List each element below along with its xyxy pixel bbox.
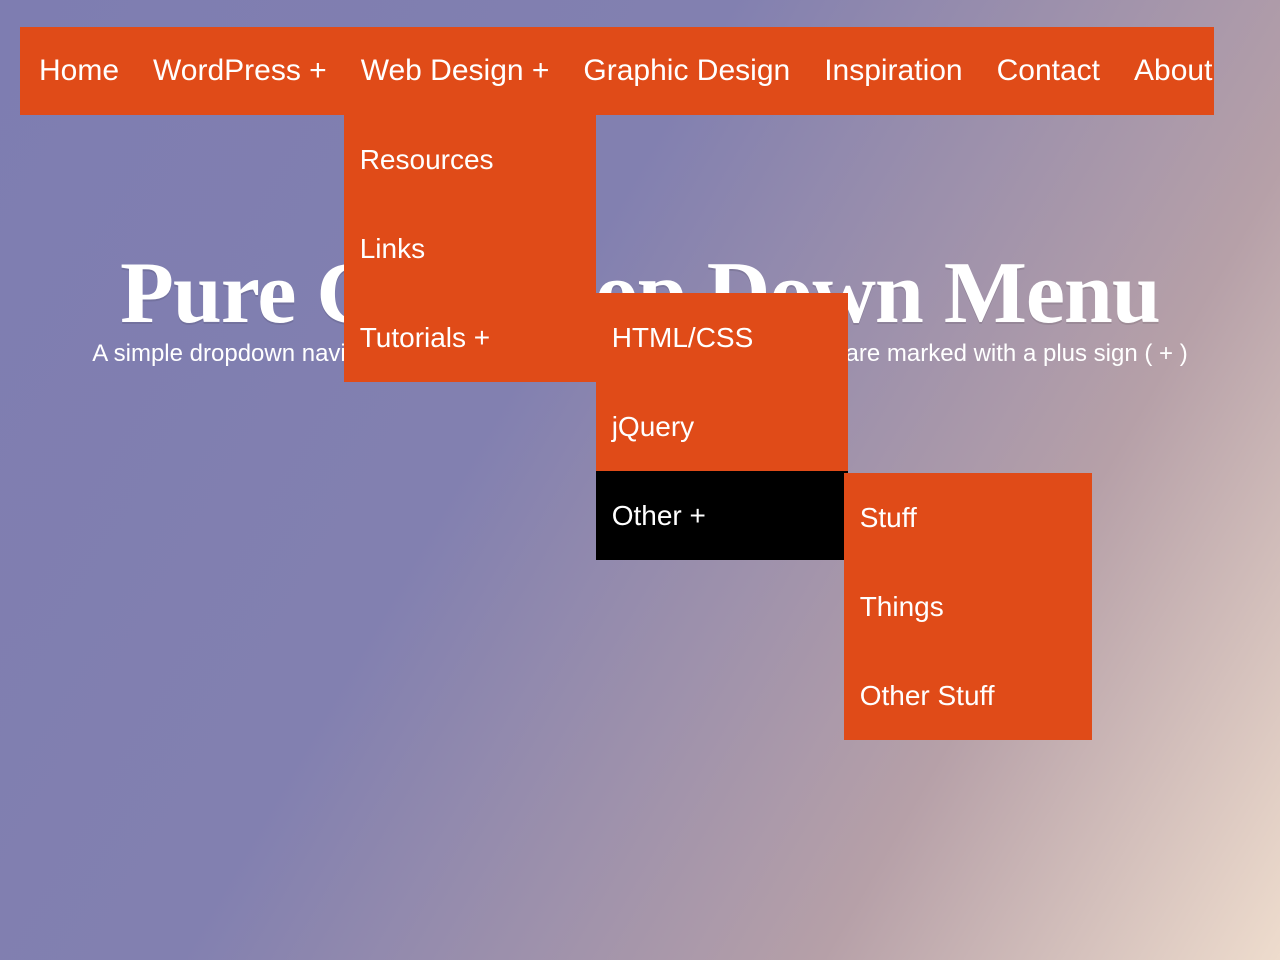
nav-item-stuff[interactable]: Stuff: [844, 473, 1092, 562]
nav-link-webdesign[interactable]: Web Design +: [344, 27, 567, 115]
nav-link-wordpress[interactable]: WordPress +: [136, 27, 344, 115]
nav-item-resources[interactable]: Resources: [344, 115, 596, 204]
nav-item-wordpress[interactable]: WordPress +: [136, 27, 344, 115]
nav-link-tutorials[interactable]: Tutorials +: [344, 293, 596, 382]
nav-item-other[interactable]: Other + Stuff Things Other Stuff: [596, 471, 848, 560]
nav-link-stuff[interactable]: Stuff: [844, 473, 1092, 562]
nav-item-inspiration[interactable]: Inspiration: [807, 27, 979, 115]
nav-link-home[interactable]: Home: [22, 27, 136, 115]
submenu-other: Stuff Things Other Stuff: [844, 473, 1092, 740]
nav-item-home[interactable]: Home: [22, 27, 136, 115]
nav-item-otherstuff[interactable]: Other Stuff: [844, 651, 1092, 740]
nav-link-contact[interactable]: Contact: [980, 27, 1117, 115]
nav-item-jquery[interactable]: jQuery: [596, 382, 848, 471]
nav-item-webdesign[interactable]: Web Design + Resources Links Tutorials +…: [344, 27, 567, 115]
nav-link-otherstuff[interactable]: Other Stuff: [844, 651, 1092, 740]
nav-item-graphicdesign[interactable]: Graphic Design: [566, 27, 807, 115]
nav-list: Home WordPress + Web Design + Resources …: [20, 27, 1214, 115]
nav-link-resources[interactable]: Resources: [344, 115, 596, 204]
nav-item-about[interactable]: About: [1117, 27, 1229, 115]
main-nav: Home WordPress + Web Design + Resources …: [20, 27, 1214, 115]
nav-link-links[interactable]: Links: [344, 204, 596, 293]
nav-item-things[interactable]: Things: [844, 562, 1092, 651]
submenu-webdesign: Resources Links Tutorials + HTML/CSS jQu…: [344, 115, 596, 382]
nav-link-about[interactable]: About: [1117, 27, 1229, 115]
nav-link-graphicdesign[interactable]: Graphic Design: [566, 27, 807, 115]
nav-link-htmlcss[interactable]: HTML/CSS: [596, 293, 848, 382]
nav-link-inspiration[interactable]: Inspiration: [807, 27, 979, 115]
nav-item-htmlcss[interactable]: HTML/CSS: [596, 293, 848, 382]
nav-item-links[interactable]: Links: [344, 204, 596, 293]
nav-item-contact[interactable]: Contact: [980, 27, 1117, 115]
nav-link-things[interactable]: Things: [844, 562, 1092, 651]
nav-link-jquery[interactable]: jQuery: [596, 382, 848, 471]
submenu-tutorials: HTML/CSS jQuery Other + Stuff: [596, 293, 848, 560]
nav-item-tutorials[interactable]: Tutorials + HTML/CSS jQuery Other +: [344, 293, 596, 382]
nav-link-other[interactable]: Other +: [596, 471, 848, 560]
